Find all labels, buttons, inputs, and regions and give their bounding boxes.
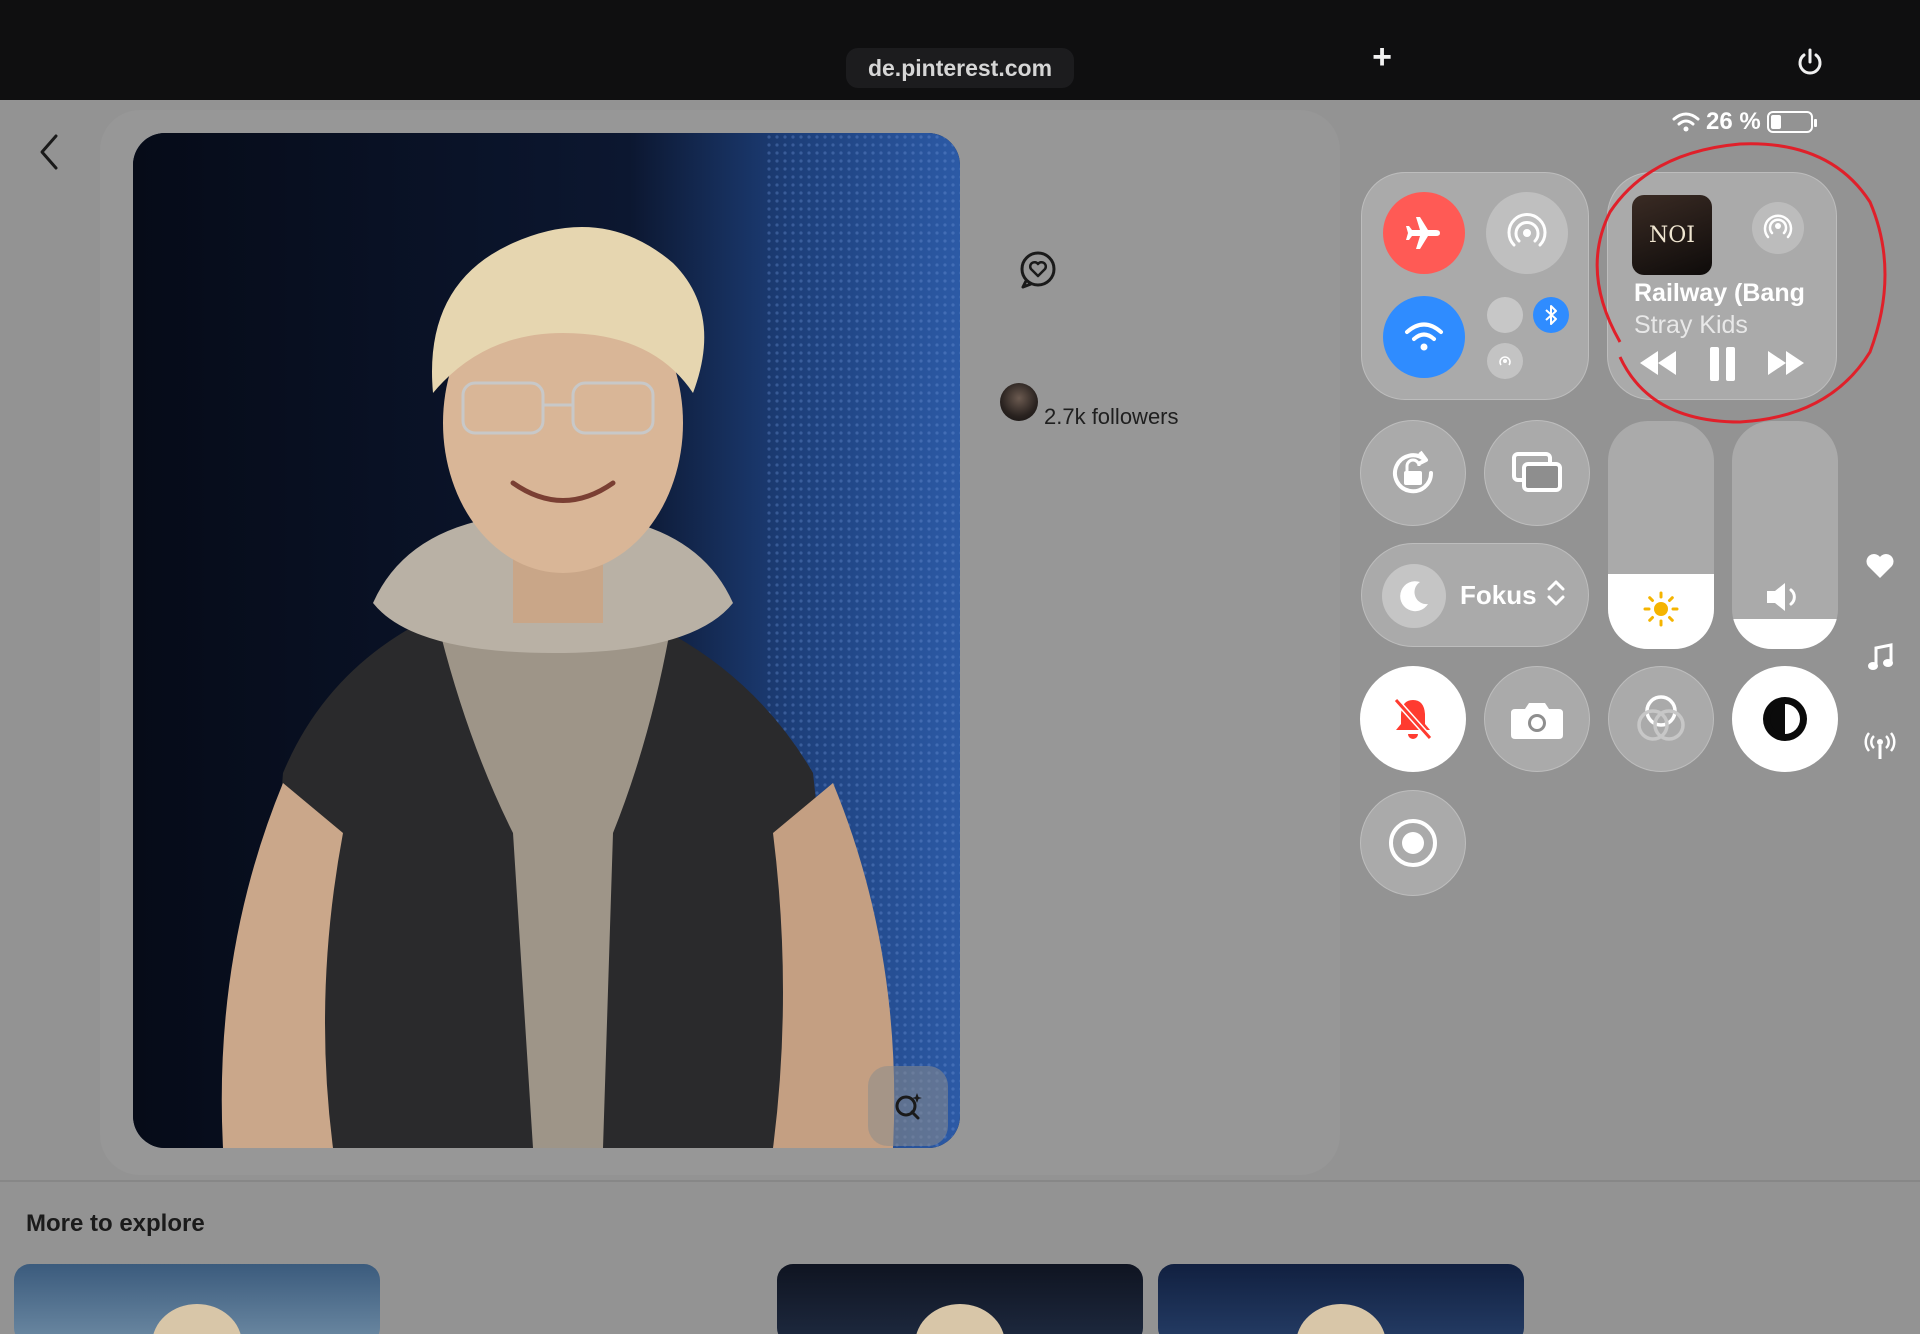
- focus-mode-button[interactable]: Fokus: [1361, 543, 1589, 647]
- wifi-icon: [1672, 112, 1700, 132]
- music-note-icon: [1868, 643, 1893, 670]
- power-icon: [1798, 48, 1822, 75]
- bluetooth-icon: [1545, 305, 1557, 325]
- screen-record-icon: [1389, 819, 1437, 867]
- rotation-lock-icon: [1393, 450, 1434, 494]
- speaker-icon: [1767, 583, 1796, 611]
- visual-search-icon: [895, 1093, 922, 1120]
- screen-mirroring-icon: [1512, 452, 1562, 492]
- explore-pin-thumbnail[interactable]: [14, 1264, 380, 1334]
- camera-icon: [1511, 703, 1563, 739]
- visual-search-button[interactable]: [868, 1066, 948, 1146]
- cellular-toggle[interactable]: [1487, 297, 1523, 333]
- volume-level: [1732, 619, 1838, 649]
- brightness-icon: [1643, 591, 1679, 627]
- music-page-indicator[interactable]: [1864, 642, 1896, 674]
- moon-icon: [1400, 581, 1428, 612]
- explore-pin-thumbnail[interactable]: [777, 1264, 1143, 1334]
- airplay-button[interactable]: [1752, 202, 1804, 254]
- explore-pin-thumbnail[interactable]: [1158, 1264, 1524, 1334]
- color-filters-icon: [1637, 695, 1685, 741]
- wifi-icon: [1405, 322, 1443, 351]
- color-filters-button[interactable]: [1608, 666, 1714, 772]
- comments-button[interactable]: [1016, 248, 1060, 292]
- album-art-text: NOI: [1649, 222, 1695, 248]
- screen-mirroring-button[interactable]: [1484, 420, 1590, 526]
- airplane-icon: [1406, 217, 1440, 249]
- pin-photo: [133, 133, 960, 1148]
- favorites-page-indicator[interactable]: [1864, 550, 1896, 582]
- thumbnail-face: [1296, 1304, 1386, 1334]
- new-tab-button[interactable]: +: [1367, 40, 1397, 74]
- heart-icon: [1866, 554, 1894, 578]
- brightness-slider[interactable]: [1608, 421, 1714, 649]
- focus-label: Fokus: [1460, 580, 1537, 610]
- wifi-toggle[interactable]: [1383, 296, 1465, 378]
- previous-track-icon[interactable]: [1640, 351, 1676, 375]
- address-bar[interactable]: de.pinterest.com: [846, 48, 1074, 88]
- airdrop-toggle[interactable]: [1486, 192, 1568, 274]
- airplay-audio-icon: [1763, 214, 1793, 239]
- dark-mode-toggle[interactable]: [1732, 666, 1838, 772]
- thumbnail-face: [152, 1304, 242, 1334]
- screen-recording-button[interactable]: [1360, 790, 1466, 896]
- volume-slider[interactable]: [1732, 421, 1838, 649]
- bluetooth-toggle[interactable]: [1533, 297, 1569, 333]
- connectivity-page-indicator[interactable]: [1864, 730, 1896, 762]
- airplane-mode-toggle[interactable]: [1383, 192, 1465, 274]
- silent-mode-toggle[interactable]: [1360, 666, 1466, 772]
- antenna-icon: [1864, 732, 1896, 759]
- battery-percentage: 26 %: [1706, 108, 1761, 135]
- follower-count: 2.7k followers: [1044, 404, 1179, 429]
- url-text: de.pinterest.com: [867, 54, 1053, 81]
- battery-nub: [1813, 119, 1817, 127]
- pause-icon[interactable]: [1710, 347, 1735, 381]
- dark-mode-icon: [1763, 697, 1807, 741]
- song-title: Railway (Bang Chan): [1634, 279, 1810, 307]
- back-button[interactable]: [34, 130, 64, 174]
- battery-icon: [1766, 111, 1817, 133]
- hotspot-toggle[interactable]: [1487, 343, 1523, 379]
- next-track-icon[interactable]: [1768, 351, 1804, 375]
- thumbnail-face: [915, 1304, 1005, 1334]
- chevron-left-icon: [40, 134, 58, 170]
- browser-toolbar: de.pinterest.com +: [0, 0, 1920, 100]
- battery-fill: [1770, 115, 1781, 129]
- airdrop-icon: [1507, 213, 1547, 247]
- power-button[interactable]: [1794, 46, 1826, 78]
- chevron-up-down-icon: [1547, 580, 1565, 606]
- status-bar: 26 %: [1672, 108, 1817, 136]
- pin-image[interactable]: [133, 133, 960, 1148]
- section-divider: [0, 1180, 1920, 1182]
- bell-slash-icon: [1393, 697, 1433, 741]
- avatar[interactable]: [1000, 383, 1038, 421]
- more-to-explore-title: More to explore: [26, 1210, 205, 1237]
- chat-heart-icon: [1020, 251, 1056, 289]
- artist-name: Stray Kids: [1634, 311, 1748, 339]
- orientation-lock-toggle[interactable]: [1360, 420, 1466, 526]
- hotspot-icon: [1499, 356, 1511, 366]
- camera-button[interactable]: [1484, 666, 1590, 772]
- playback-controls: [1640, 343, 1820, 383]
- album-art: NOI: [1632, 195, 1712, 275]
- focus-moon-badge: [1382, 564, 1446, 628]
